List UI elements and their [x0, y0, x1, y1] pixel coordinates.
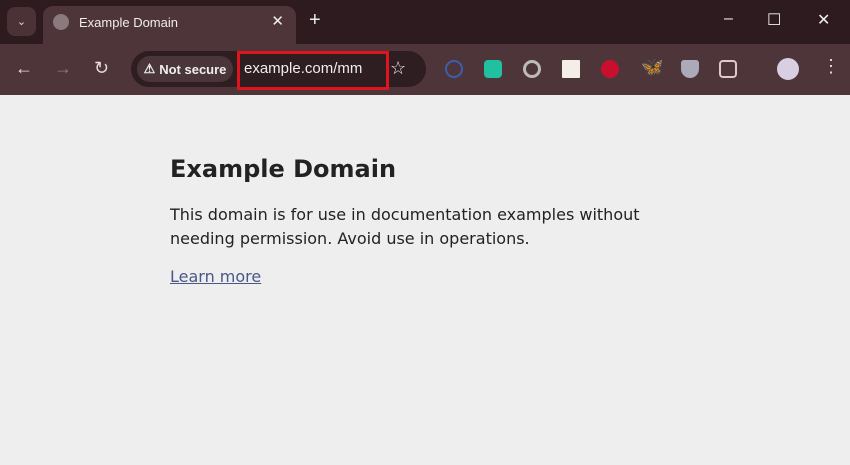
butterfly-icon[interactable]: 🦋	[641, 57, 663, 77]
bookmark-star-icon[interactable]: ☆	[390, 58, 406, 79]
security-label: Not secure	[159, 61, 227, 77]
grammarly-icon[interactable]	[523, 60, 541, 78]
shield-icon[interactable]	[681, 60, 699, 78]
tab-search-button[interactable]: ⌄	[7, 7, 36, 36]
menu-kebab-icon[interactable]: ⋮	[822, 56, 840, 77]
tab-title: Example Domain	[79, 15, 178, 30]
learn-more-link[interactable]: Learn more	[170, 267, 261, 286]
toolbar: ← → ↻ ⚠ Not secure example.com/mm ☆ 🦋 ⋮	[0, 44, 850, 95]
maximize-button[interactable]: ☐	[767, 10, 781, 30]
page-heading: Example Domain	[170, 155, 397, 183]
profile-avatar[interactable]	[777, 58, 799, 80]
globe-icon	[53, 14, 69, 30]
reload-button[interactable]: ↻	[94, 58, 109, 79]
url-highlight-box	[237, 51, 389, 90]
page-body: This domain is for use in documentation …	[170, 205, 640, 248]
close-window-button[interactable]: ✕	[817, 10, 830, 30]
extension-icon-2[interactable]	[484, 60, 502, 78]
page-content: Example Domain This domain is for use in…	[170, 155, 650, 287]
new-tab-button[interactable]: +	[309, 9, 321, 32]
extension-icon-5[interactable]	[601, 60, 619, 78]
back-button[interactable]: ←	[15, 58, 33, 79]
extensions-puzzle-icon[interactable]	[719, 60, 737, 78]
forward-button[interactable]: →	[54, 58, 72, 79]
extension-icon-4[interactable]	[562, 60, 580, 78]
tab-example-domain[interactable]: Example Domain ✕	[43, 6, 296, 44]
security-chip[interactable]: ⚠ Not secure	[137, 56, 233, 82]
warning-icon: ⚠	[143, 61, 156, 76]
title-bar: ⌄ Example Domain ✕ + – ☐ ✕	[0, 0, 850, 44]
tab-close-icon[interactable]: ✕	[271, 12, 284, 30]
minimize-button[interactable]: –	[724, 10, 733, 28]
extension-icon-1[interactable]	[445, 60, 463, 78]
